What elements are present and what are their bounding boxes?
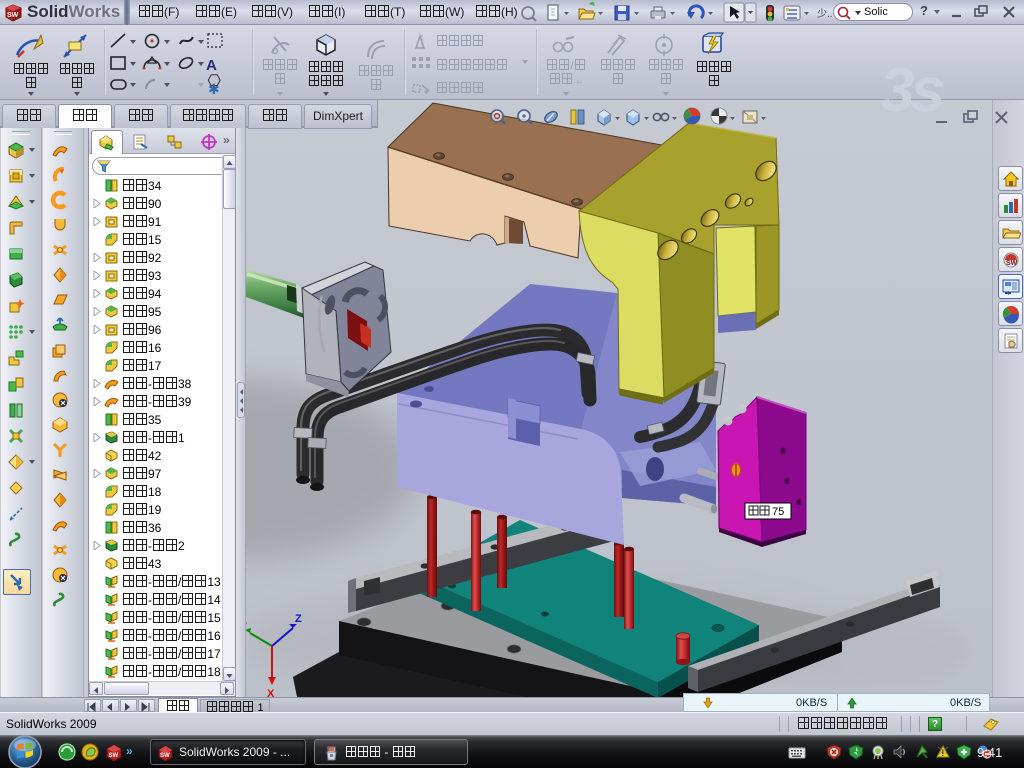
svg-text:X: X bbox=[267, 688, 275, 697]
svg-text:SW: SW bbox=[1006, 260, 1018, 267]
svg-text:A: A bbox=[206, 57, 217, 74]
svg-text:75: 75 bbox=[772, 506, 784, 518]
svg-text:Z: Z bbox=[295, 613, 302, 625]
svg-text:少..: 少.. bbox=[817, 8, 833, 20]
svg-text:SW: SW bbox=[160, 753, 170, 759]
svg-text:SW: SW bbox=[7, 12, 19, 19]
svg-text:SW: SW bbox=[109, 753, 119, 759]
svg-text:✱: ✱ bbox=[208, 81, 220, 97]
svg-text:+: + bbox=[612, 39, 618, 50]
svg-text:»: » bbox=[126, 744, 133, 758]
